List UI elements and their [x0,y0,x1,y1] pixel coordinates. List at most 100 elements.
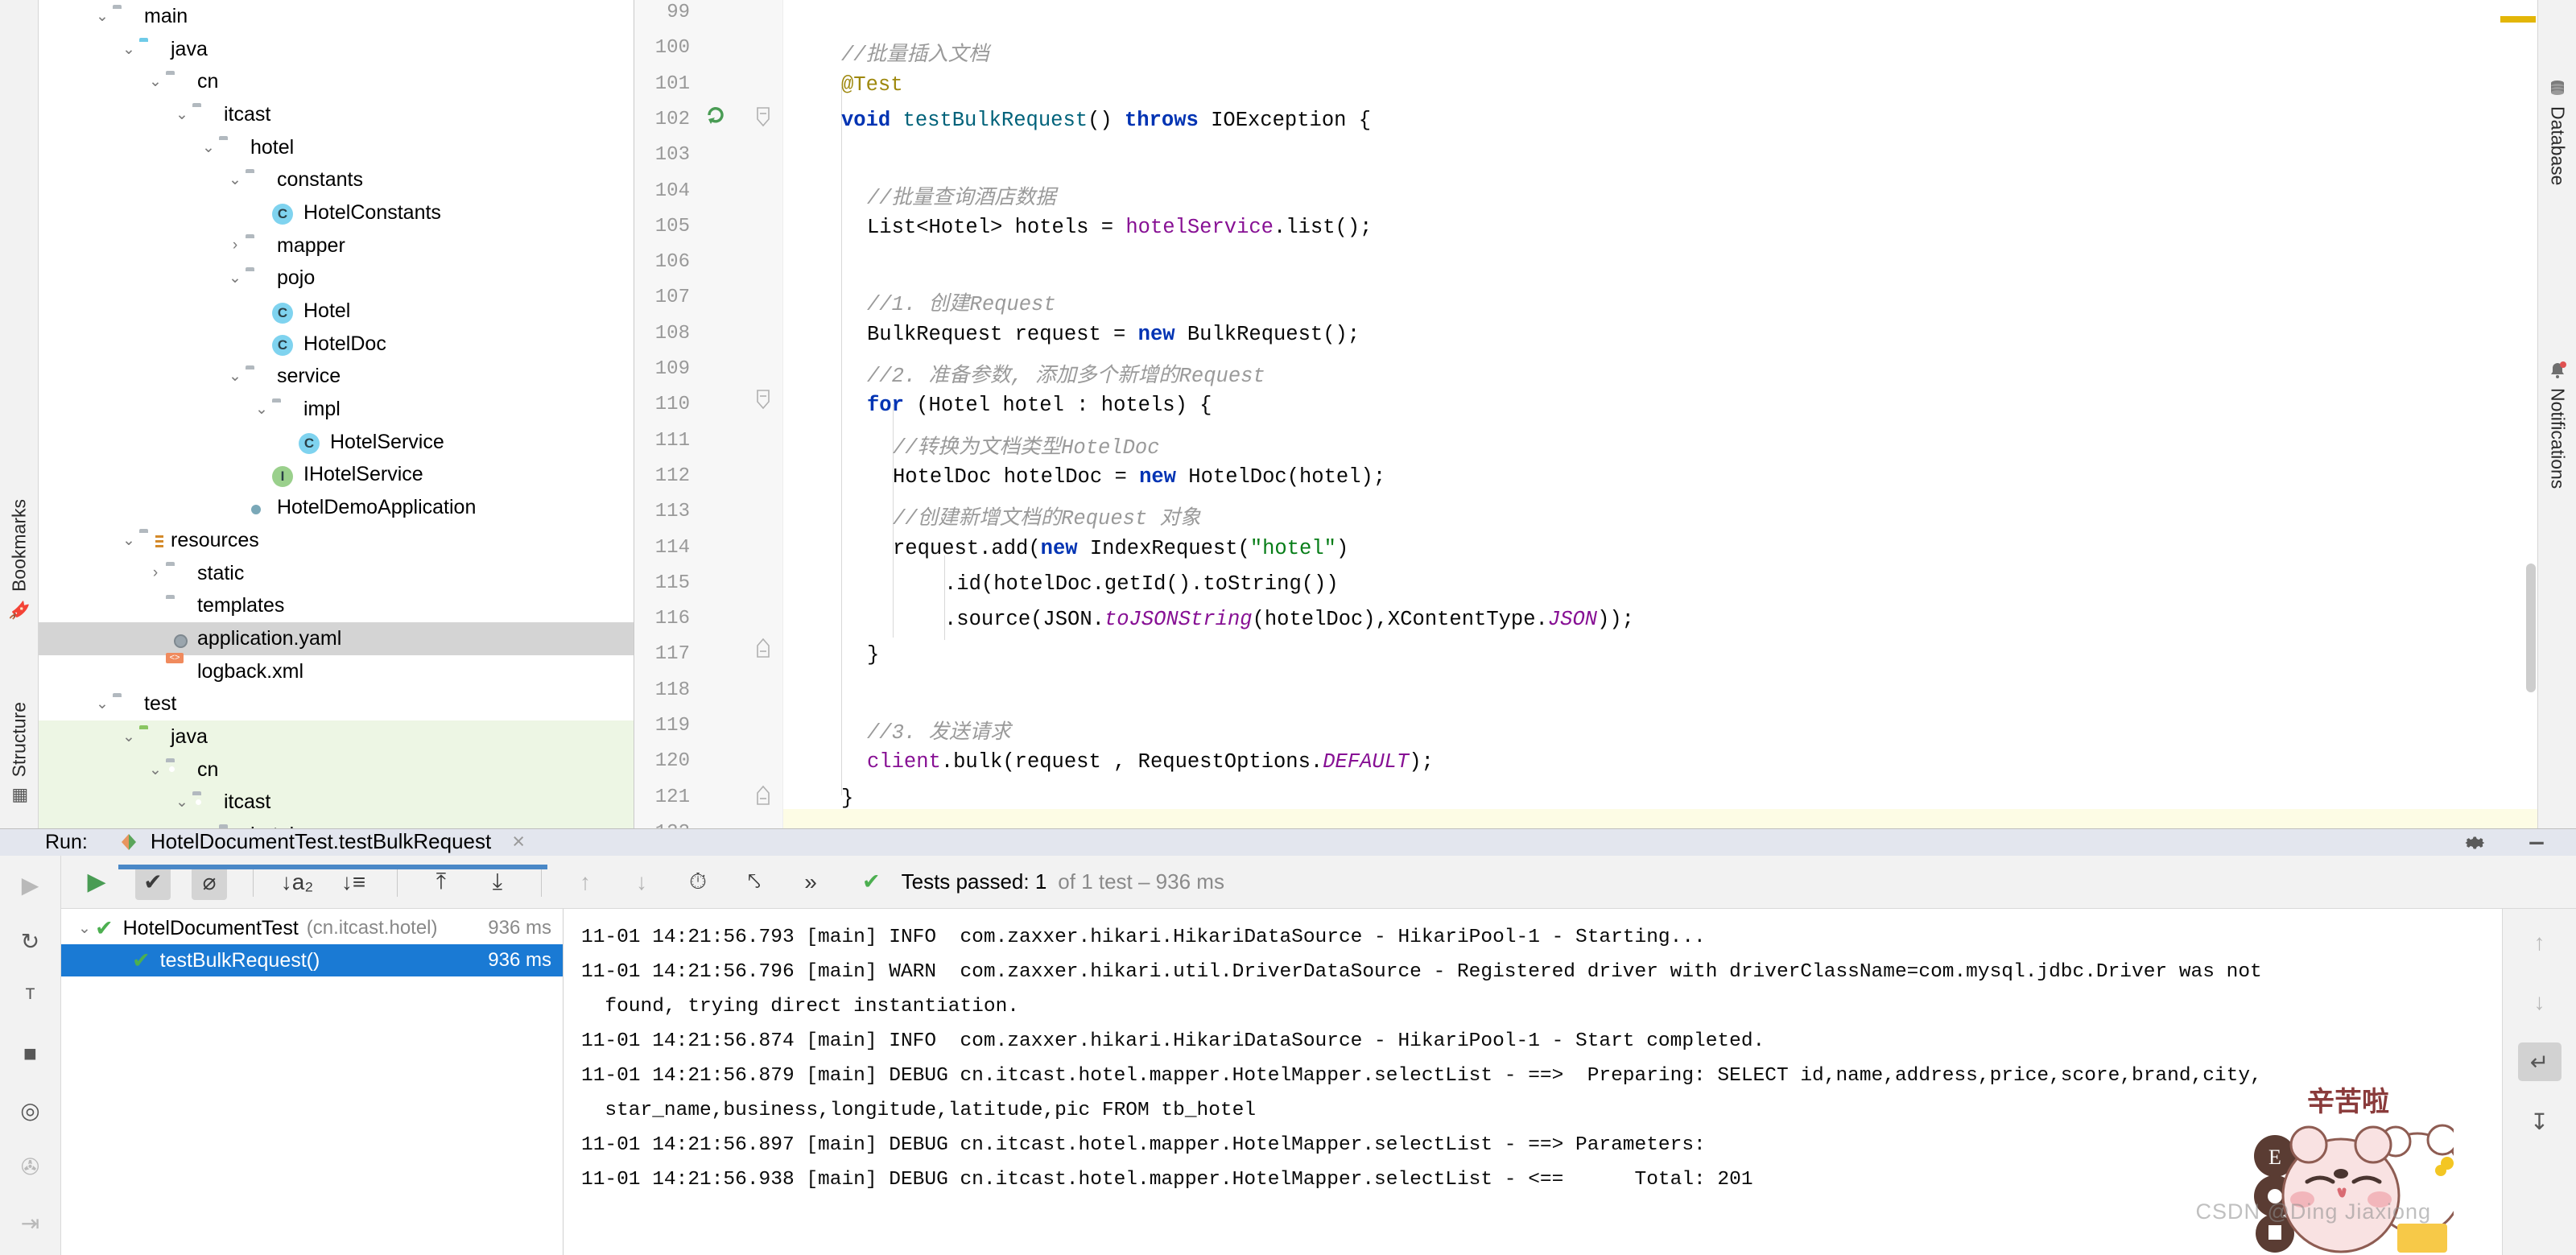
rerun-tests-button[interactable]: ↻ [9,922,52,960]
scroll-up-button[interactable]: ↑ [2518,923,2562,962]
disclosure-triangle-icon[interactable]: ⌄ [118,726,139,747]
sort-by-duration[interactable]: ↓≡ [336,865,371,900]
console-output[interactable]: 11-01 14:21:56.793 [main] INFO com.zaxxe… [564,909,2502,1255]
soft-wrap-toggle[interactable]: ↵ [2517,1042,2562,1081]
minimize-icon[interactable] [2524,831,2549,855]
next-failed-test[interactable]: ↓ [624,865,659,900]
code-line[interactable]: List<Hotel> hotels = hotelService.list()… [867,216,1372,239]
show-passed-toggle[interactable]: ✔ [135,864,171,900]
code-line[interactable]: BulkRequest request = new BulkRequest(); [867,323,1360,346]
code-line[interactable]: for (Hotel hotel : hotels) { [867,394,1212,417]
disclosure-triangle-icon[interactable] [111,950,132,971]
stop-button[interactable]: ■ [9,1034,52,1073]
disclosure-triangle-icon[interactable]: ⌄ [198,825,219,828]
code-line[interactable]: //转换为文档类型HotelDoc [893,430,1160,460]
previous-failed-test[interactable]: ↑ [568,865,603,900]
disclosure-triangle-icon[interactable]: ⌄ [118,39,139,60]
disclosure-triangle-icon[interactable]: ⌄ [145,72,166,93]
more-options[interactable]: » [793,865,828,900]
sidebar-item-structure[interactable]: ▦ Structure [0,696,39,812]
code-line[interactable]: .id(hotelDoc.getId().toString()) [944,572,1339,596]
disclosure-triangle-icon[interactable]: ⌄ [92,694,113,715]
code-line[interactable]: //批量查询酒店数据 [867,180,1056,210]
disclosure-triangle-icon[interactable]: › [225,235,246,256]
sidebar-item-database[interactable]: Database [2538,72,2576,192]
resume-program-button[interactable]: ▶ [9,865,52,904]
tree-item-application-yaml[interactable]: application.yaml [39,622,634,655]
test-row[interactable]: ✔ testBulkRequest() 936 ms [61,944,563,976]
code-line[interactable]: //1. 创建Request [867,287,1056,316]
tree-item-test[interactable]: ⌄ test [39,687,634,720]
tree-item-hotelservice[interactable]: C HotelService [39,426,634,459]
collapse-all[interactable]: ⤓ [480,865,515,900]
tests-tree[interactable]: ⌄ ✔ HotelDocumentTest (cn.itcast.hotel) 936 … [61,909,564,1255]
code-line[interactable]: } [841,786,853,810]
export-button[interactable]: ⇥ [9,1203,52,1242]
tree-item-hoteldemoapplication[interactable]: HotelDemoApplication [39,491,634,524]
settings-wrench-button[interactable]: ᵀ [9,978,52,1017]
tree-item-ihotelservice[interactable]: I IHotelService [39,459,634,492]
code-line[interactable]: void testBulkRequest() throws IOExceptio… [841,109,1371,132]
code-line[interactable]: @Test [841,73,903,97]
run-configuration-tab[interactable]: HotelDocumentTest.testBulkRequest × [118,829,548,869]
code-line[interactable]: } [867,643,879,667]
disclosure-triangle-icon[interactable]: ⌄ [118,530,139,551]
test-history[interactable]: ⏱ [680,865,716,900]
disclosure-triangle-icon[interactable]: ⌄ [251,399,272,420]
tree-item-mapper[interactable]: › mapper [39,229,634,262]
expand-all[interactable]: ⤒ [423,865,459,900]
code-line[interactable]: .source(JSON.toJSONString(hotelDoc),XCon… [944,608,1634,631]
tree-item-cn[interactable]: ⌄ cn [39,753,634,786]
tree-item-cn[interactable]: ⌄ cn [39,65,634,98]
tree-item-static[interactable]: › static [39,557,634,590]
gear-icon[interactable] [2463,831,2487,855]
code-line[interactable]: request.add(new IndexRequest("hotel") [893,537,1348,560]
test-row[interactable]: ⌄ ✔ HotelDocumentTest (cn.itcast.hotel) 936 … [61,912,563,944]
disclosure-triangle-icon[interactable]: ⌄ [225,170,246,191]
disclosure-triangle-icon[interactable]: ⌄ [225,366,246,387]
fold-marker-icon[interactable] [755,785,771,806]
editor-gutter[interactable]: 99 100 101 102 103 104 105 106 107 108 109 110 111 11… [634,0,783,828]
code-line[interactable]: //创建新增文档的Request 对象 [893,501,1201,530]
debug-button[interactable]: ✇ [9,1147,52,1186]
sidebar-item-bookmarks[interactable]: 🔖 Bookmarks [0,493,39,627]
tree-item-resources[interactable]: ⌄ resources [39,524,634,557]
tree-item-hotel[interactable]: C Hotel [39,295,634,328]
tree-item-java[interactable]: ⌄ java [39,33,634,66]
rerun-button[interactable]: ▶ [79,865,114,900]
editor-scrollbar-thumb[interactable] [2526,564,2536,692]
disclosure-triangle-icon[interactable]: ⌄ [171,792,192,813]
tree-item-itcast[interactable]: ⌄ itcast [39,98,634,131]
disclosure-triangle-icon[interactable]: ⌄ [145,759,166,780]
disclosure-triangle-icon[interactable]: ⌄ [92,6,113,27]
run-test-gutter-icon[interactable] [704,103,728,127]
tree-item-hotel[interactable]: ⌄ hotel [39,819,634,828]
tree-item-templates[interactable]: templates [39,589,634,622]
project-tree-panel[interactable]: ⌄ main ⌄ java ⌄ cn ⌄ itcast ⌄ hotel ⌄ constants C Hot… [39,0,634,828]
code-line[interactable]: client.bulk(request , RequestOptions.DEF… [867,750,1434,774]
tree-item-constants[interactable]: ⌄ constants [39,163,634,196]
close-icon[interactable]: × [512,829,525,854]
sidebar-item-notifications[interactable]: Notifications [2538,354,2576,495]
code-line[interactable]: //2. 准备参数, 添加多个新增的Request [867,358,1265,388]
scroll-down-button[interactable]: ↓ [2518,983,2562,1022]
code-editor[interactable]: 99 100 101 102 103 104 105 106 107 108 109 110 111 11… [634,0,2537,828]
code-line[interactable]: //批量插入文档 [841,37,989,67]
code-line[interactable]: //3. 发送请求 [867,715,1011,745]
disclosure-triangle-icon[interactable]: ⌄ [74,918,95,939]
tree-item-hotel[interactable]: ⌄ hotel [39,131,634,164]
tree-item-main[interactable]: ⌄ main [39,0,634,33]
disclosure-triangle-icon[interactable]: ⌄ [171,104,192,125]
disclosure-triangle-icon[interactable]: ⌄ [198,137,219,158]
tree-item-pojo[interactable]: ⌄ pojo [39,262,634,295]
tree-item-service[interactable]: ⌄ service [39,361,634,394]
code-line[interactable]: HotelDoc hotelDoc = new HotelDoc(hotel); [893,465,1385,489]
hide-ignored-toggle[interactable]: ⌀ [192,864,227,900]
sort-alphabetically[interactable]: ↓a₂ [279,865,315,900]
scroll-to-end-button[interactable]: ↧ [2518,1102,2562,1141]
fold-marker-icon[interactable] [755,638,771,658]
tree-item-logback-xml[interactable]: logback.xml [39,655,634,688]
tree-item-java[interactable]: ⌄ java [39,720,634,753]
fold-marker-icon[interactable] [755,106,771,127]
code-text-area[interactable]: //批量插入文档 @Test void testBulkRequest() thro… [783,0,2537,828]
